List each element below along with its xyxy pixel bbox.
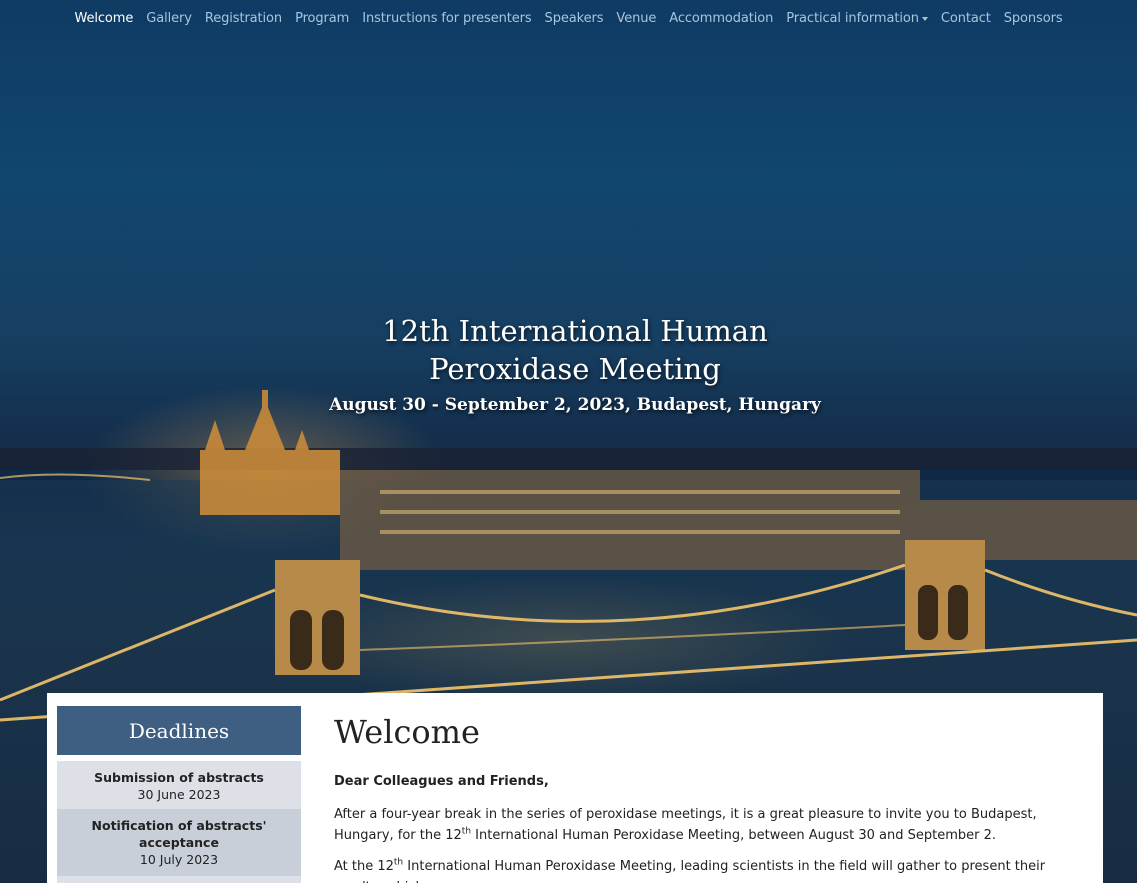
deadline-title: Submission of abstracts bbox=[94, 770, 264, 785]
greeting: Dear Colleagues and Friends, bbox=[334, 774, 549, 789]
hero-title: 12th International Human Peroxidase Meet… bbox=[382, 314, 768, 386]
content-panel: Deadlines Submission of abstracts 30 Jun… bbox=[47, 693, 1103, 883]
deadlines-sidebar: Deadlines Submission of abstracts 30 Jun… bbox=[57, 706, 301, 883]
deadline-item: Notification of abstracts' acceptance 10… bbox=[57, 809, 301, 876]
meeting-text-b: International Human Peroxidase Meeting, … bbox=[334, 859, 1046, 883]
hero-subtitle: August 30 - September 2, 2023, Budapest,… bbox=[329, 395, 821, 415]
nav-registration[interactable]: Registration bbox=[198, 11, 288, 26]
page-title: Welcome bbox=[334, 713, 480, 751]
deadlines-heading: Deadlines bbox=[57, 706, 301, 755]
deadline-date: 30 June 2023 bbox=[137, 787, 221, 802]
meeting-text-a: At the 12 bbox=[334, 859, 394, 874]
deadline-item bbox=[57, 876, 301, 883]
intro-text-b: International Human Peroxidase Meeting, … bbox=[471, 828, 997, 843]
welcome-article: Welcome Dear Colleagues and Friends, Aft… bbox=[334, 713, 1084, 883]
nav-gallery[interactable]: Gallery bbox=[140, 11, 199, 26]
intro-sup: th bbox=[461, 826, 472, 837]
nav-practical-information[interactable]: Practical information bbox=[780, 11, 935, 26]
paragraph-meeting: At the 12th International Human Peroxida… bbox=[334, 856, 1084, 883]
paragraph-intro: After a four-year break in the series of… bbox=[334, 804, 1084, 846]
nav-venue[interactable]: Venue bbox=[610, 11, 663, 26]
nav-welcome[interactable]: Welcome bbox=[68, 11, 140, 26]
caret-down-icon bbox=[921, 16, 928, 21]
nav-program[interactable]: Program bbox=[289, 11, 356, 26]
nav-contact[interactable]: Contact bbox=[934, 11, 997, 26]
deadline-date: 10 July 2023 bbox=[139, 852, 219, 867]
deadline-item: Submission of abstracts 30 June 2023 bbox=[57, 761, 301, 809]
main-navigation: Welcome Gallery Registration Program Ins… bbox=[0, 11, 1137, 26]
nav-sponsors[interactable]: Sponsors bbox=[997, 11, 1069, 26]
nav-practical-information-label: Practical information bbox=[786, 11, 919, 26]
meeting-sup: th bbox=[393, 857, 404, 868]
nav-speakers[interactable]: Speakers bbox=[538, 11, 610, 26]
nav-accommodation[interactable]: Accommodation bbox=[663, 11, 780, 26]
nav-instructions-for-presenters[interactable]: Instructions for presenters bbox=[356, 11, 538, 26]
deadline-title: Notification of abstracts' acceptance bbox=[91, 818, 267, 850]
